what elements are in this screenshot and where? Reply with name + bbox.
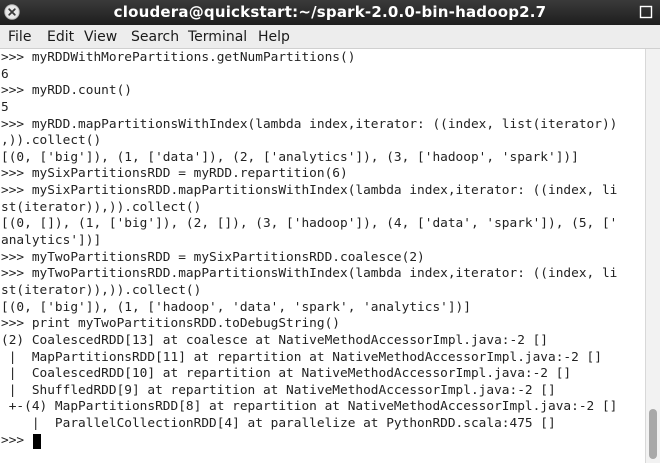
terminal-line: ,)).collect() — [1, 133, 102, 149]
terminal-line: [(0, ['big']), (1, ['data']), (2, ['anal… — [1, 149, 579, 165]
terminal-line: >>> myRDD.mapPartitionsWithIndex(lambda … — [1, 116, 618, 132]
terminal-line: >>> mySixPartitionsRDD.mapPartitionsWith… — [1, 183, 618, 199]
terminal-output[interactable]: >>> myRDDWithMorePartitions.getNumPartit… — [0, 49, 645, 463]
terminal-line: st(iterator)),)).collect() — [1, 282, 202, 298]
menu-terminal[interactable]: Terminal — [188, 28, 247, 46]
maximize-icon — [639, 5, 653, 19]
menu-view[interactable]: View — [84, 28, 117, 46]
terminal-line: >>> print myTwoPartitionsRDD.toDebugStri… — [1, 316, 340, 332]
terminal-line: st(iterator)),)).collect() — [1, 199, 202, 215]
terminal-line: >>> mySixPartitionsRDD = myRDD.repartiti… — [1, 166, 348, 182]
terminal-window: cloudera@quickstart:~/spark-2.0.0-bin-ha… — [0, 0, 660, 463]
menu-help[interactable]: Help — [258, 28, 290, 46]
terminal-line: >>> myTwoPartitionsRDD.mapPartitionsWith… — [1, 266, 618, 282]
terminal-line: | MapPartitionsRDD[11] at repartition at… — [1, 349, 602, 365]
text-cursor — [32, 433, 41, 449]
terminal-line: [(0, []), (1, ['big']), (2, []), (3, ['h… — [1, 216, 618, 232]
terminal-line: >>> myRDD.count() — [1, 83, 132, 99]
terminal-lines: >>> myRDDWithMorePartitions.getNumPartit… — [1, 50, 617, 449]
menu-edit[interactable]: Edit — [47, 28, 74, 46]
scrollbar-thumb[interactable] — [649, 409, 657, 459]
terminal-line: | CoalescedRDD[10] at repartition at Nat… — [1, 366, 572, 382]
menu-search[interactable]: Search — [131, 28, 179, 46]
prompt: >>> — [1, 432, 32, 448]
terminal-line: >>> myRDDWithMorePartitions.getNumPartit… — [1, 50, 356, 65]
maximize-button[interactable] — [638, 4, 654, 20]
terminal-line: | ParallelCollectionRDD[4] at paralleliz… — [1, 416, 556, 432]
menu-bar: File Edit View Search Terminal Help — [0, 25, 660, 49]
terminal-line: 6 — [1, 66, 9, 82]
terminal-line: (2) CoalescedRDD[13] at coalesce at Nati… — [1, 332, 549, 348]
vertical-scrollbar[interactable] — [645, 49, 660, 463]
terminal-line: | ShuffledRDD[9] at repartition at Nativ… — [1, 382, 556, 398]
terminal-line: +-(4) MapPartitionsRDD[8] at repartition… — [1, 399, 618, 415]
terminal-line: >>> myTwoPartitionsRDD = mySixPartitions… — [1, 249, 425, 265]
terminal-line: 5 — [1, 99, 9, 115]
terminal-prompt-line[interactable]: >>> — [1, 433, 617, 450]
terminal-line: analytics'])] — [1, 233, 102, 249]
title-bar[interactable]: cloudera@quickstart:~/spark-2.0.0-bin-ha… — [0, 0, 660, 25]
terminal-line: [(0, ['big']), (1, ['hadoop', 'data', 's… — [1, 299, 471, 315]
window-title: cloudera@quickstart:~/spark-2.0.0-bin-ha… — [113, 3, 547, 21]
menu-file[interactable]: File — [8, 28, 31, 46]
